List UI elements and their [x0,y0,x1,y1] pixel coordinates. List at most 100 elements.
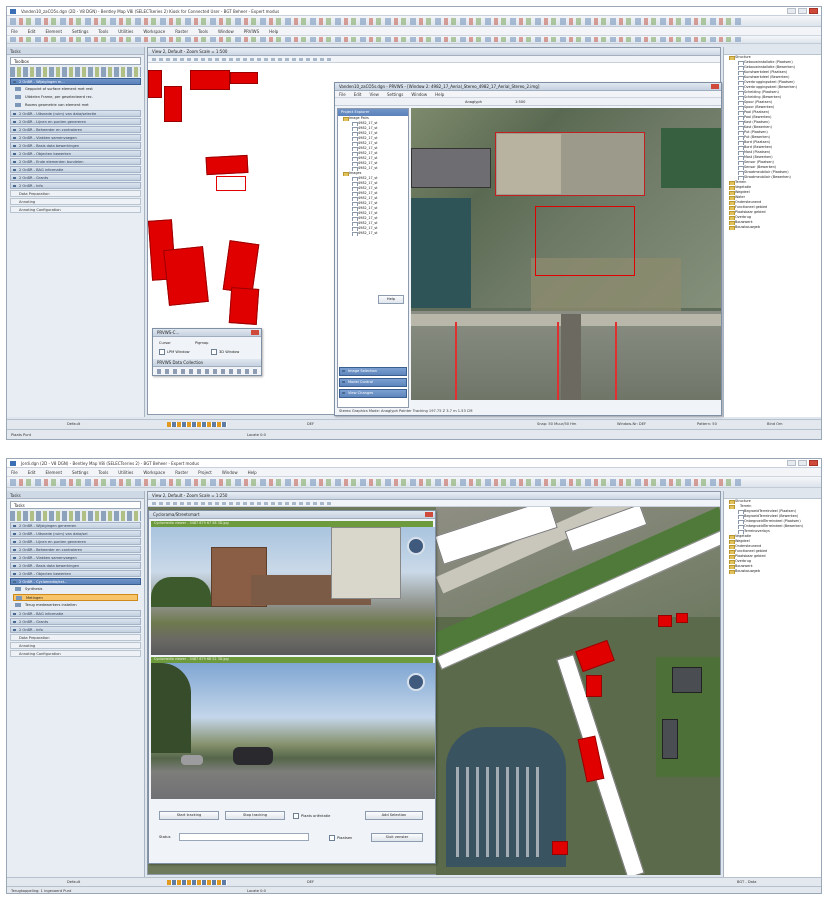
view-toolbar[interactable] [148,56,720,63]
menu-item[interactable]: Edit [28,29,36,34]
tree-folder[interactable]: Bouwbouwgeb [724,569,821,574]
menu-item[interactable]: Workspace [143,470,165,475]
secondary-toolbar[interactable] [7,36,821,44]
stereo-red-outline[interactable] [535,206,635,276]
task-group-active[interactable]: 2 OnBR - Wijzigingen m... [10,78,141,85]
minimize-icon[interactable] [787,460,796,466]
task-group[interactable]: 2 OnBR - Info [10,626,141,633]
task-group[interactable]: 2 OnBR - Info [10,182,141,189]
task-group[interactable]: 2 OnBR - Uitsnede (ruim) van data/select… [10,110,141,117]
task-group[interactable]: 2 OnBR - Vlakken samenvoegen [10,554,141,561]
street-photo-2[interactable] [151,663,435,799]
stereo-image-view[interactable] [411,108,721,400]
building-polygon[interactable] [228,287,260,325]
task-tool-item[interactable]: Synthesis [13,586,138,593]
task-tools-row[interactable] [10,511,141,521]
menu-item[interactable]: Window [411,92,427,97]
maximize-icon[interactable] [798,8,807,14]
menu-item[interactable]: Utilities [118,470,133,475]
menu-item[interactable]: Help [248,470,257,475]
menu-item[interactable]: Element [45,470,62,475]
menu-item[interactable]: Window [218,29,234,34]
building-outline[interactable] [216,176,246,191]
menu-item[interactable]: Workspace [143,29,165,34]
task-group[interactable]: 2 OnBR - BAG informatie [10,166,141,173]
menu-item[interactable]: Raster [175,29,188,34]
building-polygon[interactable] [586,675,602,697]
building-polygon[interactable] [676,613,688,623]
side-panel-tab[interactable]: Model Control [339,378,407,387]
status-bar-tools[interactable]: Default DEF BGT - Data [7,877,821,886]
task-tool-item[interactable]: Geppoint of surface element met rest [13,86,138,93]
menu-item[interactable]: Help [269,29,278,34]
menu-item[interactable]: Settings [387,92,403,97]
task-section[interactable]: Annoting Configuration [10,650,141,657]
menu-item[interactable]: File [11,29,18,34]
task-group[interactable]: 2 OnBR - Wijzigingen genereren [10,522,141,529]
menu-item[interactable]: File [11,470,18,475]
task-tool-item[interactable]: Terug medewerkers instellen [13,602,138,609]
close-icon[interactable] [809,460,818,466]
maximize-icon[interactable] [798,460,807,466]
menu-item[interactable]: Project [198,470,212,475]
add-selection-button[interactable]: Add Selection [365,811,423,820]
task-group[interactable]: 2 OnBR - Objecten bewerken [10,150,141,157]
menu-item[interactable]: PRVIWS [244,29,259,34]
task-group[interactable]: 2 OnBR - Basis data bewerkingen [10,562,141,569]
task-group[interactable]: 2 OnBR - Beheerder en controleren [10,546,141,553]
image-item[interactable]: 4982_17_st [338,231,408,236]
building-polygon[interactable] [658,615,672,627]
task-section[interactable]: Annoting Configuration [10,206,141,213]
menu-item[interactable]: Utilities [118,29,133,34]
tree-folder[interactable]: Bouwbouwgeb [724,225,821,230]
building-polygon[interactable] [222,240,260,294]
building-polygon[interactable] [164,86,182,122]
task-section[interactable]: Annoting [10,642,141,649]
menu-item[interactable]: Edit [354,92,362,97]
close-icon[interactable] [251,330,259,335]
menu-item[interactable]: Help [435,92,444,97]
menu-item[interactable]: Edit [28,470,36,475]
task-group[interactable]: 2 OnBR - Lijnen en punten genereren [10,118,141,125]
stereo-toolbar[interactable]: Anaglyph 1:500 [335,98,721,106]
close-icon[interactable] [809,8,818,14]
help-button[interactable]: Help [378,295,404,304]
task-group[interactable]: 2 OnBR - BAG informatie [10,610,141,617]
menu-item[interactable]: File [339,92,346,97]
building-polygon[interactable] [575,639,615,673]
close-icon[interactable] [425,512,433,517]
task-group[interactable]: 2 OnBR - Ende elementen bundelen [10,158,141,165]
close-icon[interactable] [711,84,719,89]
street-photo-1[interactable] [151,527,435,655]
start-tracking-button[interactable]: Start tracking [159,811,219,820]
plaats-orientatie-checkbox[interactable]: Plaats oriëntatie [293,813,330,819]
task-group[interactable]: 2 OnBR - Grants [10,174,141,181]
main-toolbar[interactable] [7,477,821,488]
side-panel-tab[interactable]: View Changes [339,389,407,398]
menu-item[interactable]: Settings [72,29,88,34]
task-tool-item[interactable]: Rooms geometrie van element met [13,102,138,109]
building-polygon[interactable] [190,70,230,90]
data-collection-tools[interactable] [157,369,257,374]
plaatsen-checkbox[interactable]: Plaatsen [329,835,352,841]
task-group[interactable]: 2 OnBR - Beheerder en controleren [10,126,141,133]
side-panel-tab[interactable]: Image Selection [339,367,407,376]
building-polygon[interactable] [205,154,249,176]
task-section[interactable]: Annoting [10,198,141,205]
task-group[interactable]: 2 OnBR - Objecten bewerken [10,570,141,577]
view-toolbar[interactable] [148,500,720,507]
task-group[interactable]: 2 OnBR - Lijnen en punten genereren [10,538,141,545]
menu-item[interactable]: Settings [72,470,88,475]
3d-window-checkbox[interactable]: 3D Window [211,349,239,355]
task-tool-item[interactable]: Uitdelen Frame, per geselecteerd rec. [13,94,138,101]
minimize-icon[interactable] [787,8,796,14]
task-group[interactable]: 2 OnBR - Uitsnede (ruim) van data/sel [10,530,141,537]
menu-item[interactable]: Raster [175,470,188,475]
status-input[interactable] [179,833,309,841]
building-polygon[interactable] [230,72,258,84]
task-tools-row[interactable] [10,67,141,77]
menu-item[interactable]: Tools [98,29,108,34]
mode-select[interactable]: Anaglyph [465,100,482,104]
view-2-window[interactable]: View 2, Default - Zoom Scale = 1:500 PRV… [147,47,722,416]
compass-icon[interactable] [407,673,425,691]
